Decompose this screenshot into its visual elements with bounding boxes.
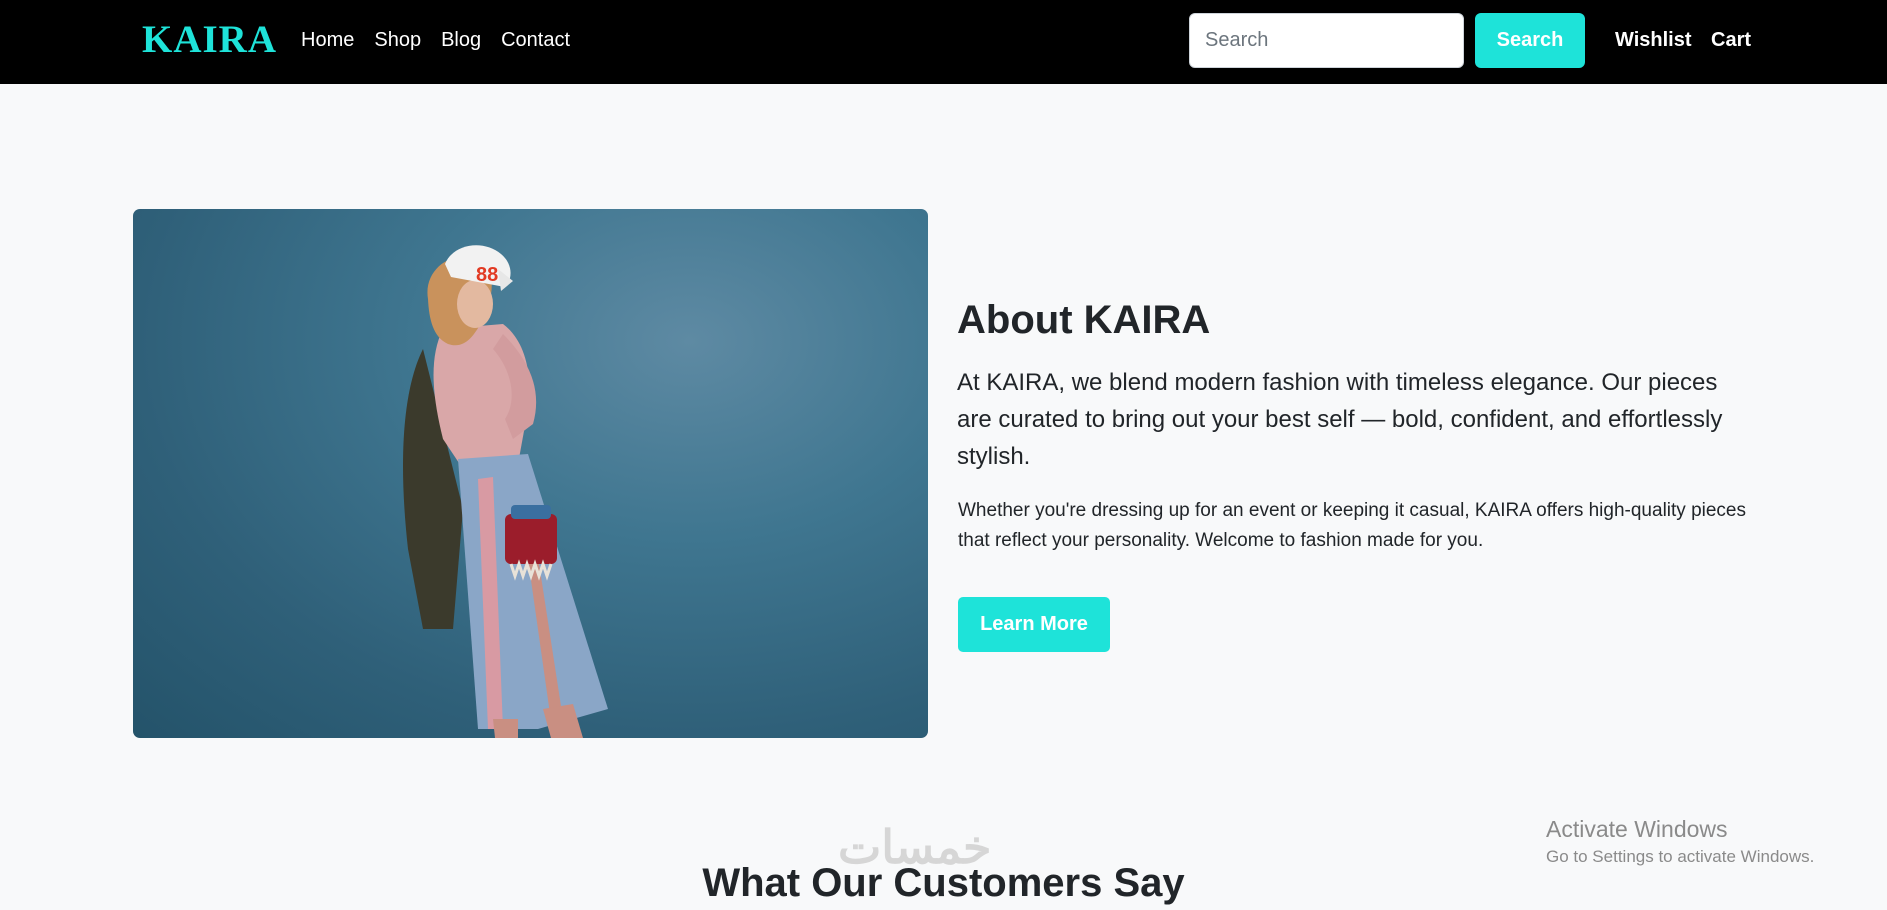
about-body-text: Whether you're dressing up for an event … — [958, 500, 1746, 551]
nav-link-contact[interactable]: Contact — [501, 27, 570, 53]
about-title: About KAIRA — [957, 298, 1211, 342]
cart-link[interactable]: Cart — [1711, 27, 1751, 53]
about-lead-text: At KAIRA, we blend modern fashion with t… — [957, 369, 1723, 470]
wishlist-link[interactable]: Wishlist — [1615, 27, 1692, 53]
nav-link-shop[interactable]: Shop — [374, 27, 421, 53]
cap-print: 88 — [476, 264, 498, 286]
nav-link-home[interactable]: Home — [301, 27, 354, 53]
about-image: 88 — [133, 209, 928, 738]
activate-windows-overlay: Activate Windows Go to Settings to activ… — [1546, 815, 1814, 869]
search-input[interactable] — [1189, 13, 1464, 68]
search-button[interactable]: Search — [1475, 13, 1585, 68]
nav-link-blog[interactable]: Blog — [441, 27, 481, 53]
activate-windows-subtitle: Go to Settings to activate Windows. — [1546, 847, 1815, 866]
brand-logo[interactable]: KAIRA — [142, 17, 277, 63]
activate-windows-title: Activate Windows — [1546, 816, 1728, 842]
navbar: KAIRA Home Shop Blog Contact Search Wish… — [0, 0, 1887, 84]
model-illustration: 88 — [403, 245, 608, 738]
learn-more-button[interactable]: Learn More — [958, 597, 1110, 652]
nav-links: Home Shop Blog Contact — [301, 27, 570, 53]
